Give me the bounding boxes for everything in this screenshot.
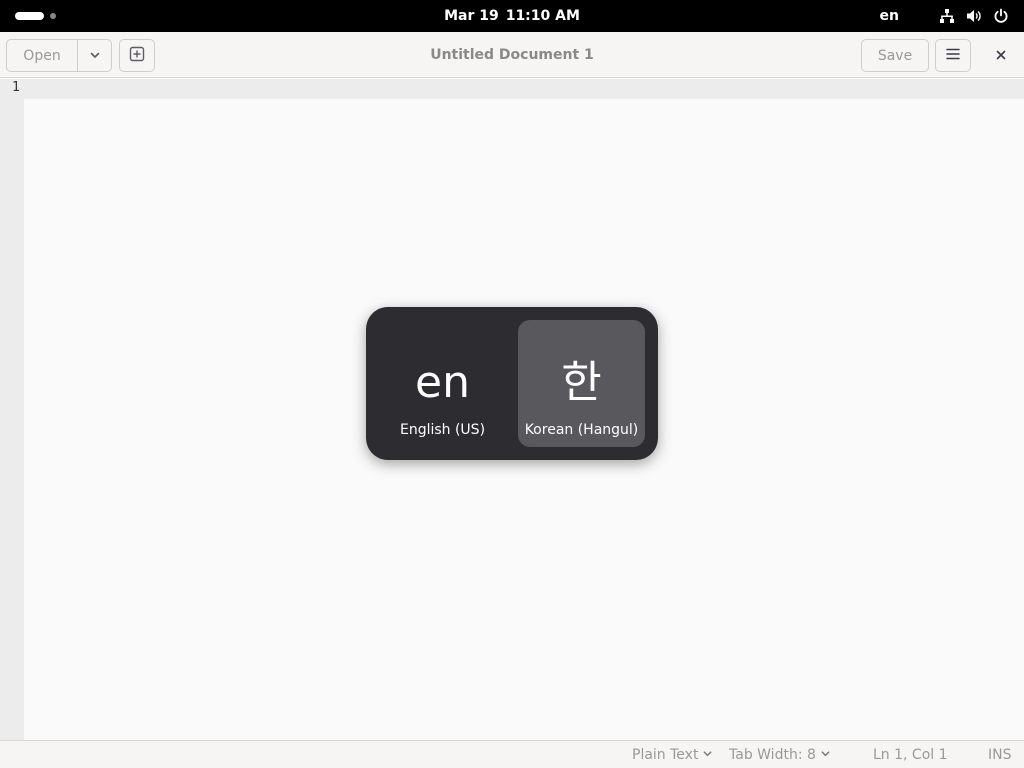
network-icon[interactable] bbox=[938, 7, 956, 25]
chevron-down-icon bbox=[698, 747, 713, 763]
hamburger-menu-icon bbox=[945, 46, 961, 66]
tab-width-label: Tab Width: 8 bbox=[729, 747, 816, 763]
input-source-english[interactable]: en English (US) bbox=[379, 320, 506, 447]
cursor-position[interactable]: Ln 1, Col 1 bbox=[873, 741, 948, 768]
current-line-highlight bbox=[24, 79, 1024, 99]
line-number-gutter bbox=[0, 79, 24, 740]
volume-icon[interactable] bbox=[965, 7, 983, 25]
header-bar: Open Untitled Document 1 Save bbox=[0, 32, 1024, 78]
input-source-korean[interactable]: 한 Korean (Hangul) bbox=[518, 320, 645, 447]
input-source-name: Korean (Hangul) bbox=[524, 422, 639, 438]
input-source-glyph: 한 bbox=[561, 357, 602, 408]
system-tray[interactable]: en bbox=[880, 0, 1010, 32]
chevron-down-icon bbox=[89, 46, 101, 65]
open-button-group: Open bbox=[6, 39, 112, 72]
input-source-name: English (US) bbox=[399, 422, 486, 438]
language-selector[interactable]: Plain Text bbox=[632, 741, 713, 768]
clock-date: Mar 19 bbox=[444, 8, 499, 24]
save-button[interactable]: Save bbox=[861, 39, 929, 72]
clock[interactable]: Mar 19 11:10 AM bbox=[0, 0, 1024, 32]
close-window-button[interactable] bbox=[984, 39, 1017, 72]
chevron-down-icon bbox=[816, 747, 831, 763]
new-tab-icon bbox=[129, 46, 145, 66]
language-label: Plain Text bbox=[632, 747, 699, 763]
clock-time: 11:10 AM bbox=[505, 8, 580, 24]
close-icon bbox=[995, 46, 1007, 65]
line-number: 1 bbox=[12, 80, 20, 95]
main-menu-button[interactable] bbox=[935, 39, 971, 72]
top-bar: Mar 19 11:10 AM en bbox=[0, 0, 1024, 32]
open-recent-dropdown[interactable] bbox=[78, 40, 111, 71]
input-source-switcher: en English (US) 한 Korean (Hangul) bbox=[366, 307, 658, 460]
open-button[interactable]: Open bbox=[7, 40, 78, 71]
insert-mode-indicator: INS bbox=[988, 747, 1012, 763]
input-source-glyph: en bbox=[415, 357, 470, 408]
input-language-indicator[interactable]: en bbox=[880, 8, 899, 24]
new-tab-button[interactable] bbox=[119, 39, 155, 72]
power-icon[interactable] bbox=[992, 7, 1010, 25]
status-bar: Plain Text Tab Width: 8 Ln 1, Col 1 INS bbox=[0, 740, 1024, 768]
tab-width-selector[interactable]: Tab Width: 8 bbox=[729, 741, 831, 768]
